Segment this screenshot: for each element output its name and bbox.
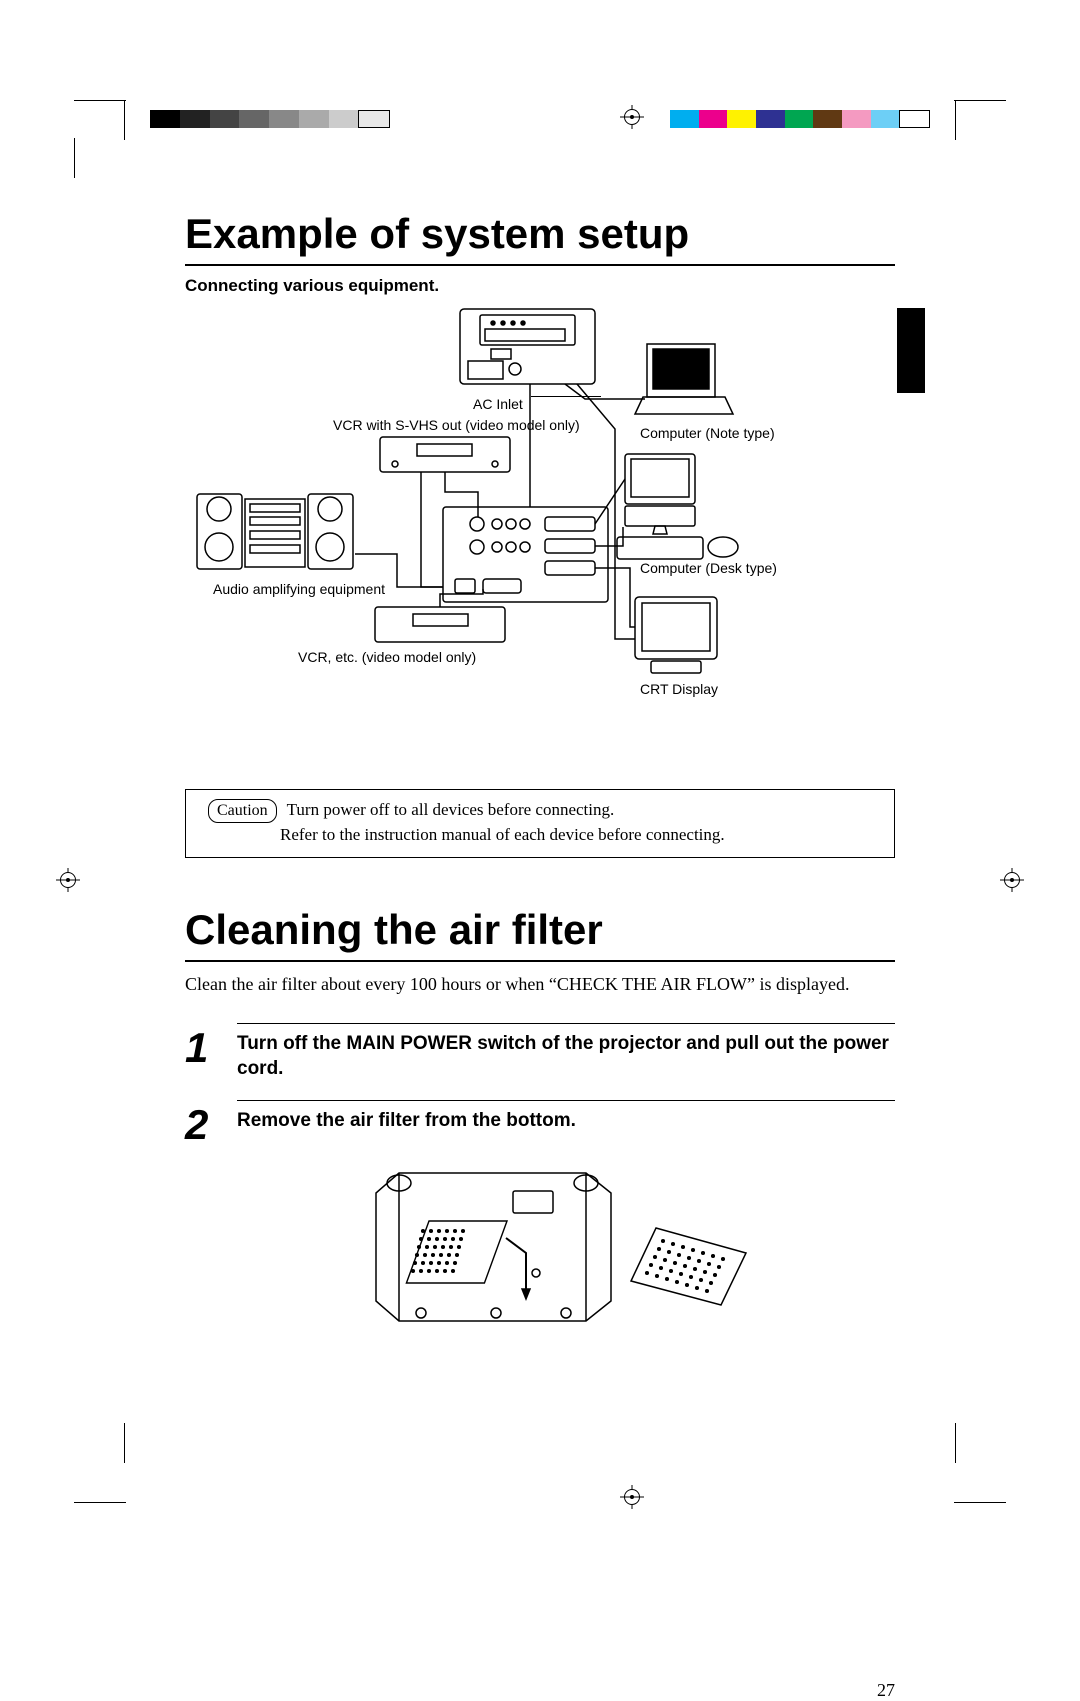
air-filter-intro: Clean the air filter about every 100 hou…	[185, 974, 895, 995]
step-text: Remove the air filter from the bottom.	[237, 1109, 895, 1134]
step-2: 2 Remove the air filter from the bottom.	[185, 1100, 895, 1334]
registration-mark-icon	[1000, 868, 1024, 892]
step-1: 1 Turn off the MAIN POWER switch of the …	[185, 1023, 895, 1081]
subheading-connecting: Connecting various equipment.	[185, 276, 895, 296]
caution-box: Caution Turn power off to all devices be…	[185, 789, 895, 858]
section-title-air-filter: Cleaning the air filter	[185, 906, 895, 962]
registration-mark-icon	[620, 1485, 644, 1509]
caution-line1: Turn power off to all devices before con…	[287, 800, 615, 819]
section-tab-marker	[897, 308, 925, 393]
page-number: 27	[877, 1680, 895, 1701]
step-number: 2	[185, 1100, 237, 1334]
step-number: 1	[185, 1023, 237, 1081]
registration-mark-icon	[620, 105, 644, 129]
air-filter-diagram	[351, 1143, 781, 1333]
caution-line2: Refer to the instruction manual of each …	[280, 823, 725, 847]
system-setup-diagram: AC Inlet VCR with S-VHS out (video model…	[185, 299, 895, 789]
section-title-system-setup: Example of system setup	[185, 210, 895, 266]
caution-label: Caution	[208, 799, 277, 823]
color-calibration-strip	[670, 110, 930, 128]
step-text: Turn off the MAIN POWER switch of the pr…	[237, 1032, 895, 1081]
page-content: Example of system setup Connecting vario…	[185, 210, 895, 1351]
grayscale-calibration-strip	[150, 110, 390, 128]
registration-mark-icon	[56, 868, 80, 892]
